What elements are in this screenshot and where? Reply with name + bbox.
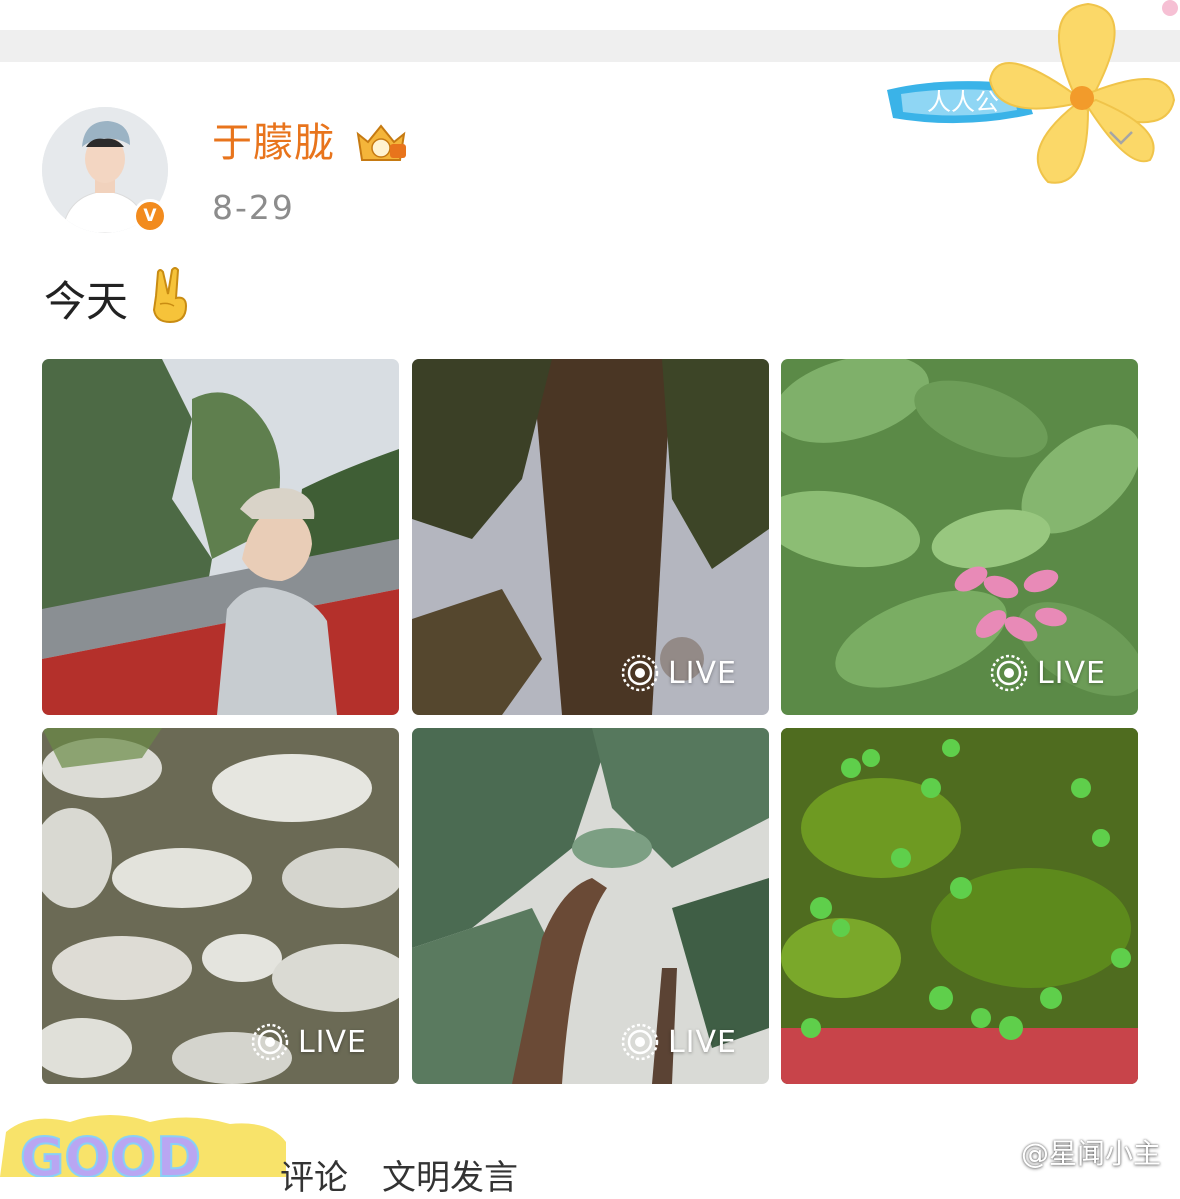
comment-input-prompt[interactable]: 评论 文明发言	[280, 1150, 518, 1199]
good-sticker: GOOD	[0, 1115, 286, 1177]
live-label: LIVE	[667, 1024, 737, 1060]
photo-3[interactable]: LIVE	[781, 359, 1138, 715]
photo-4[interactable]: LIVE	[42, 728, 399, 1084]
post-text: 今天	[44, 277, 129, 326]
live-photo-icon	[621, 1023, 659, 1061]
weibo-logo-icon	[975, 1139, 1013, 1168]
live-photo-icon	[990, 654, 1028, 692]
flower-sticker	[988, 2, 1176, 184]
watermark: @星闻小主	[975, 1132, 1161, 1172]
chevron-down-icon[interactable]	[1106, 128, 1136, 148]
photo-5[interactable]: LIVE	[412, 728, 769, 1084]
watermark-text: @星闻小主	[1021, 1137, 1162, 1170]
username[interactable]: 于朦胧	[212, 116, 335, 170]
live-badge[interactable]: LIVE	[989, 651, 1106, 695]
verified-badge-icon: V	[133, 199, 167, 233]
live-badge[interactable]: LIVE	[620, 1020, 737, 1064]
live-label: LIVE	[1036, 655, 1106, 691]
svg-text:GOOD: GOOD	[20, 1126, 201, 1177]
live-photo-icon	[251, 1023, 289, 1061]
victory-hand-icon	[152, 267, 188, 324]
live-label: LIVE	[667, 655, 737, 691]
live-badge[interactable]: LIVE	[620, 651, 737, 695]
live-badge[interactable]: LIVE	[250, 1020, 367, 1064]
vip-crown-badge-icon	[356, 124, 406, 161]
photo-2[interactable]: LIVE	[412, 359, 769, 715]
live-label: LIVE	[297, 1024, 367, 1060]
flower-corner-icon	[1162, 0, 1178, 16]
post-date: 8-29	[212, 188, 295, 227]
photo-1[interactable]	[42, 359, 399, 715]
live-photo-icon	[621, 654, 659, 692]
photo-6[interactable]	[781, 728, 1138, 1084]
